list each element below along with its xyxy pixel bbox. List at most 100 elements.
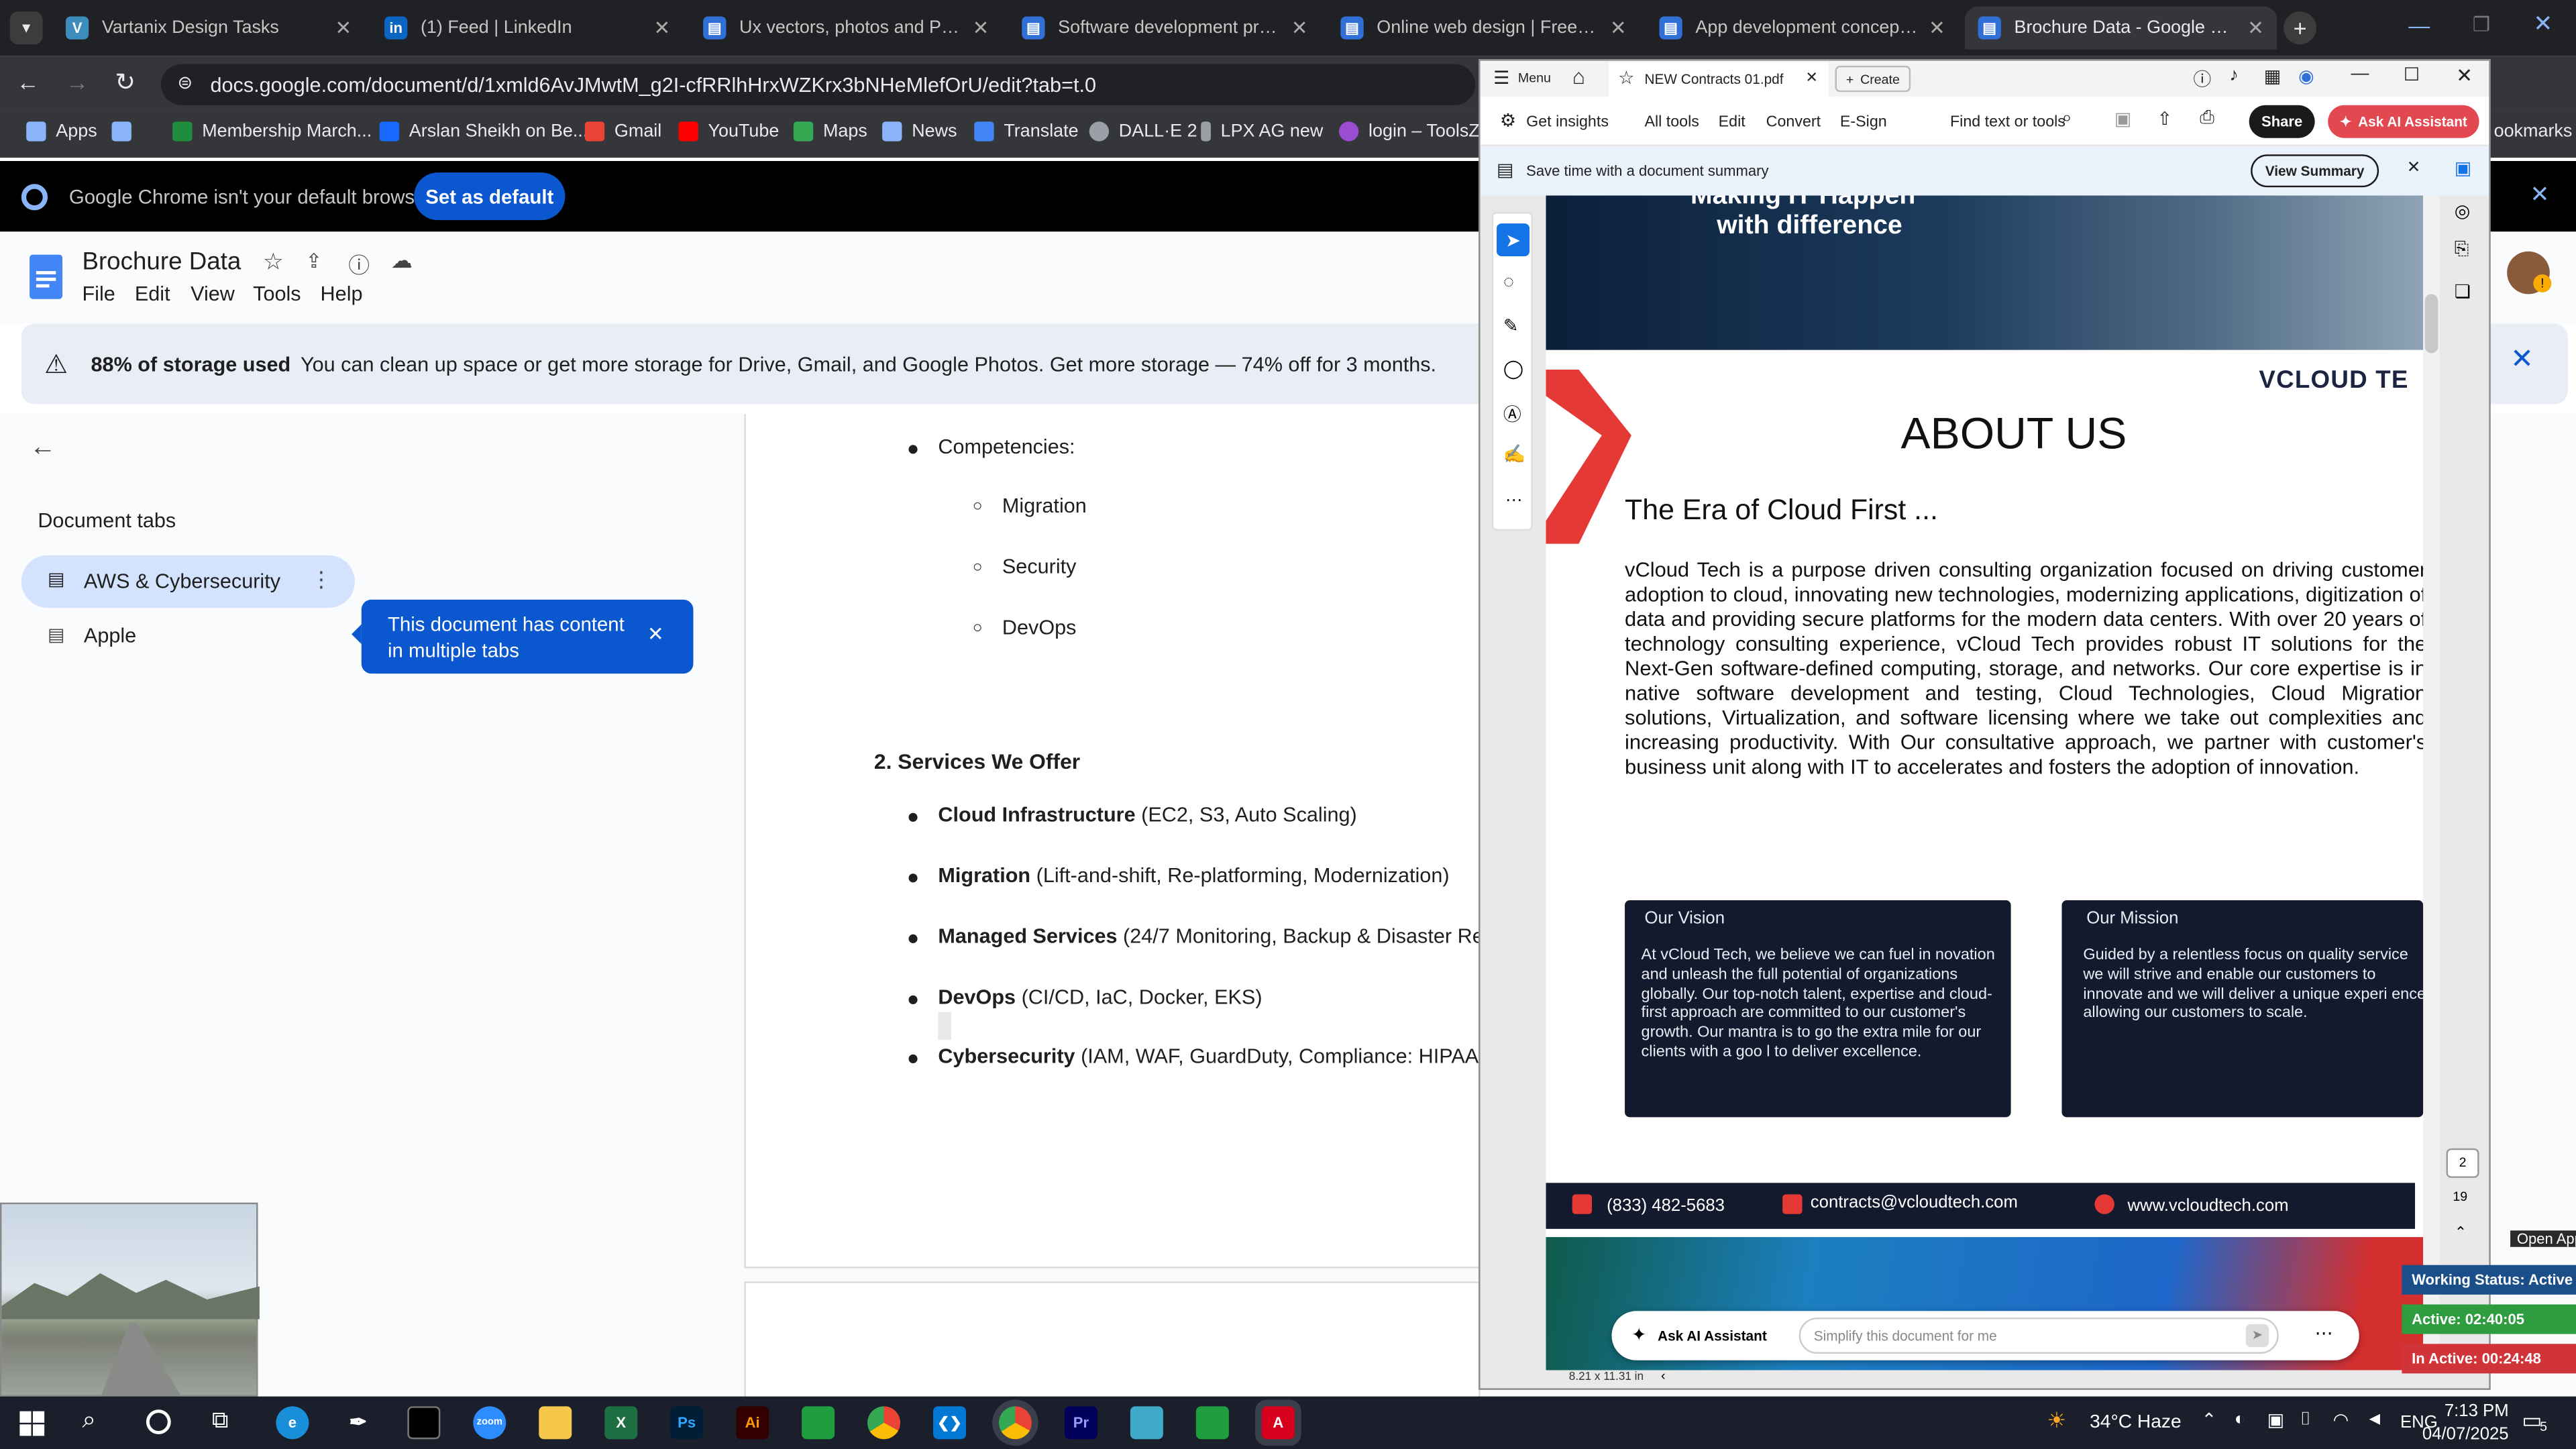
green-app-icon[interactable] — [1195, 1406, 1229, 1440]
weather-icon[interactable]: ☀ — [2047, 1408, 2066, 1434]
search-icon[interactable]: ⌕ — [2061, 109, 2072, 130]
view-summary-button[interactable]: View Summary — [2251, 154, 2379, 188]
more-options-icon[interactable]: ⋯ — [2315, 1322, 2333, 1344]
wifi-icon[interactable]: ◠ — [2333, 1409, 2349, 1431]
at-mention-icon[interactable]: ◎ — [2455, 201, 2471, 221]
bookmark-item[interactable]: login – ToolsZill — [1338, 121, 1492, 142]
convert-button[interactable]: Convert — [1766, 113, 1821, 131]
clock-time[interactable]: 7:13 PM — [2426, 1401, 2509, 1421]
premiere-icon[interactable]: Pr — [1064, 1406, 1097, 1440]
create-button[interactable]: + Create — [1835, 65, 1911, 93]
home-icon[interactable]: ⌂ — [1572, 64, 1585, 89]
close-banner-icon[interactable]: ✕ — [2510, 343, 2534, 376]
chrome-active-icon[interactable] — [998, 1406, 1032, 1440]
bookmark-item[interactable]: DALL·E 2 — [1089, 121, 1197, 142]
document-status-icon[interactable]: ⓘ — [348, 248, 370, 280]
select-tool-icon[interactable]: ➤ — [1497, 223, 1530, 257]
blue-app-icon[interactable] — [1130, 1406, 1163, 1440]
browser-tab-active[interactable]: ▤ Brochure Data - Google Docs ✕ — [1965, 6, 2277, 50]
close-infobar-icon[interactable]: ✕ — [2530, 180, 2549, 209]
terminal-icon[interactable] — [407, 1406, 441, 1440]
pdf-menu-label[interactable]: Menu — [1518, 70, 1551, 85]
pen-app-icon[interactable]: ✒ — [341, 1406, 374, 1439]
document-page-next[interactable] — [744, 1281, 1481, 1413]
menu-file[interactable]: File — [82, 282, 115, 305]
print-icon[interactable]: ⎙ — [2200, 109, 2214, 130]
excel-icon[interactable]: X — [604, 1406, 638, 1440]
windows-start-icon[interactable] — [19, 1411, 45, 1436]
weather-text[interactable]: 34°C Haze — [2090, 1413, 2182, 1432]
zoom-icon[interactable]: zoom — [473, 1406, 506, 1440]
all-bookmarks-link[interactable]: ookmarks — [2494, 121, 2573, 141]
help-icon[interactable]: ⓘ — [2193, 66, 2211, 92]
upload-icon[interactable]: ⇧ — [2157, 109, 2173, 129]
storage-text[interactable]: You can clean up space or get more stora… — [301, 352, 1436, 375]
more-tools-icon[interactable]: … — [1505, 486, 1523, 506]
photoshop-icon[interactable]: Ps — [670, 1406, 704, 1440]
close-summary-icon[interactable]: ✕ — [2407, 160, 2421, 178]
collapse-icon[interactable]: ‹ — [1661, 1368, 1666, 1383]
text-box-tool-icon[interactable]: Ⓐ — [1503, 401, 1521, 427]
edge-icon[interactable]: e — [276, 1406, 309, 1440]
cortana-icon[interactable] — [146, 1409, 171, 1434]
address-bar[interactable]: ⊜ docs.google.com/document/d/1xmld6AvJMw… — [161, 64, 1476, 105]
bookmark-panel-icon[interactable]: ⎘ — [2455, 240, 2469, 262]
acrobat-icon[interactable]: A — [1261, 1406, 1295, 1440]
get-insights-button[interactable]: Get insights — [1526, 113, 1609, 131]
bookmark-item[interactable]: Maps — [793, 121, 867, 142]
volume-icon[interactable]: ◄ — [2366, 1409, 2384, 1429]
close-tab-icon[interactable]: ✕ — [1291, 16, 1308, 39]
tab-search-button[interactable]: ▾ — [9, 11, 43, 45]
browser-tab[interactable]: ▤ Online web design | Free Photo ✕ — [1328, 7, 1640, 50]
menu-edit[interactable]: Edit — [135, 282, 170, 305]
menu-view[interactable]: View — [191, 282, 235, 305]
browser-tab[interactable]: V Vartanix Design Tasks ✕ — [52, 7, 364, 50]
browser-tab[interactable]: ▤ App development concept per ✕ — [1646, 7, 1958, 50]
bookmark-item[interactable]: Apps — [26, 121, 97, 142]
bookmark-item[interactable]: Membership March... — [172, 121, 372, 142]
sign-tool-icon[interactable]: ✍ — [1503, 443, 1526, 465]
document-title[interactable]: Brochure Data — [82, 248, 241, 276]
reload-icon[interactable]: ↻ — [115, 67, 136, 97]
pen-tool-icon[interactable]: ✎ — [1503, 315, 1519, 337]
move-folder-icon[interactable]: ⇪ — [306, 250, 323, 272]
vscode-icon[interactable]: ❮❯ — [933, 1406, 967, 1440]
browser-tab[interactable]: ▤ Ux vectors, photos and PSD file ✕ — [690, 7, 1002, 50]
back-icon[interactable]: ← — [16, 69, 39, 95]
close-tab-icon[interactable]: ✕ — [973, 16, 989, 39]
share-button[interactable]: Share — [2249, 105, 2315, 138]
browser-tab[interactable]: in (1) Feed | LinkedIn ✕ — [371, 7, 683, 50]
lasso-tool-icon[interactable]: ◯ — [1503, 358, 1523, 379]
bookmark-item[interactable]: Gmail — [584, 121, 661, 142]
task-view-icon[interactable]: ⧉ — [212, 1406, 228, 1434]
close-tooltip-icon[interactable]: ✕ — [647, 623, 664, 645]
sidebar-tab-active[interactable]: ▤ AWS & Cybersecurity ⋮ — [21, 555, 355, 608]
star-icon[interactable]: ☆ — [263, 248, 284, 276]
bookmark-item[interactable]: LPX AG new — [1201, 121, 1323, 142]
back-arrow-icon[interactable]: ← — [30, 434, 56, 464]
star-icon[interactable]: ☆ — [1618, 67, 1634, 89]
ai-assistant-label[interactable]: Ask AI Assistant — [1658, 1328, 1767, 1344]
send-icon[interactable]: ➤ — [2245, 1324, 2269, 1348]
copy-panel-icon[interactable]: ❏ — [2455, 281, 2471, 302]
page-number-box[interactable]: 2 — [2446, 1148, 2479, 1178]
scroll-thumb[interactable] — [2424, 294, 2438, 354]
notifications-icon[interactable]: ▭ — [2522, 1408, 2542, 1434]
close-tab-icon[interactable]: ✕ — [1805, 69, 1817, 87]
bell-icon[interactable]: ♪ — [2229, 66, 2238, 85]
sidebar-tab[interactable]: ▤ Apple — [21, 611, 355, 660]
save-icon[interactable]: ▣ — [2114, 109, 2131, 129]
all-tools-button[interactable]: All tools — [1644, 113, 1699, 131]
minimize-window-button[interactable]: — — [2408, 13, 2430, 38]
file-explorer-icon[interactable] — [539, 1406, 572, 1440]
set-default-button[interactable]: Set as default — [414, 172, 566, 221]
close-window-button[interactable]: ✕ — [2533, 10, 2553, 38]
edit-button[interactable]: Edit — [1719, 113, 1746, 131]
clock-date[interactable]: 04/07/2025 — [2414, 1424, 2509, 1444]
ai-prompt-input[interactable]: Simplify this document for me ➤ — [1799, 1318, 2279, 1354]
close-icon[interactable]: ✕ — [2456, 64, 2473, 87]
document-page[interactable]: ● Competencies: ○ Migration ○ Security ○… — [744, 414, 1535, 1269]
apps-grid-icon[interactable]: ▦ — [2264, 66, 2281, 87]
bookmark-item[interactable] — [111, 121, 142, 142]
site-info-icon[interactable]: ⊜ — [177, 72, 193, 93]
